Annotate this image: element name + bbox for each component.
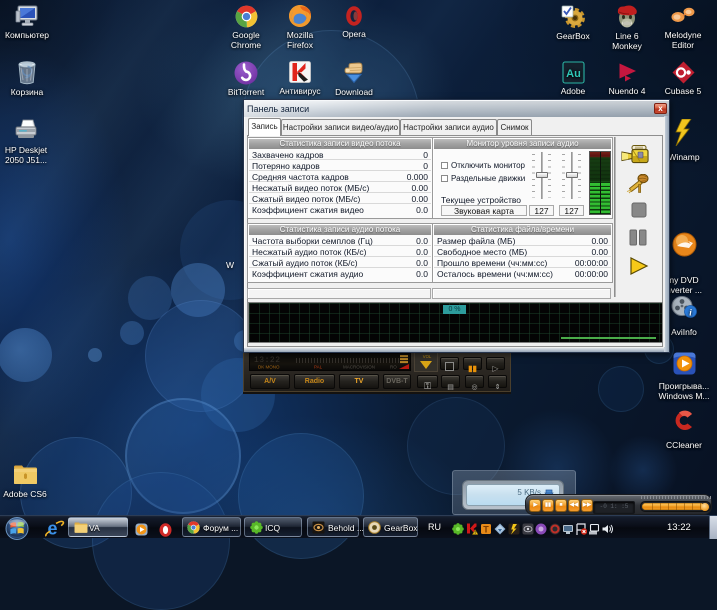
- svg-text:Au: Au: [566, 68, 581, 80]
- svg-text:T: T: [483, 525, 489, 535]
- svg-text:e: e: [48, 519, 58, 538]
